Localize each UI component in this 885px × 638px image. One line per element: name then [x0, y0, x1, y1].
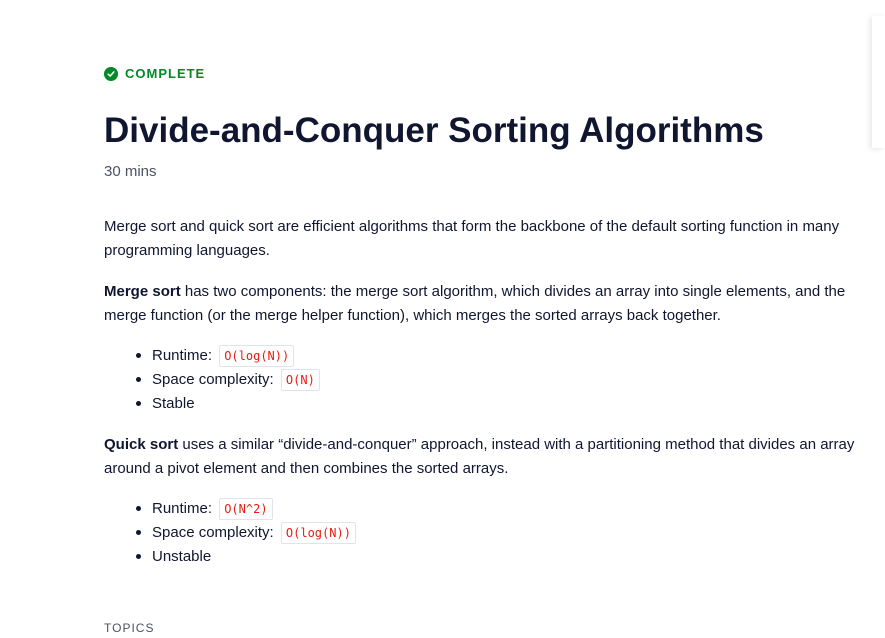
inline-code: O(log(N)): [219, 345, 295, 368]
list-item: Runtime: O(N^2): [136, 497, 885, 521]
quick-sort-bullets: Runtime: O(N^2) Space complexity: O(log(…: [104, 497, 885, 569]
inline-code: O(log(N)): [280, 522, 356, 545]
bullet-label: Runtime:: [152, 500, 217, 517]
bullet-label: Stable: [152, 395, 195, 412]
check-circle-icon: [104, 67, 118, 81]
merge-sort-term: Merge sort: [104, 283, 181, 300]
quick-sort-paragraph: Quick sort uses a similar “divide-and-co…: [104, 433, 885, 481]
bullet-label: Space complexity:: [152, 524, 278, 541]
quick-sort-term: Quick sort: [104, 436, 179, 453]
quick-sort-description: uses a similar “divide-and-conquer” appr…: [104, 436, 855, 477]
merge-sort-paragraph: Merge sort has two components: the merge…: [104, 280, 885, 328]
list-item: Unstable: [136, 545, 885, 569]
page-title: Divide-and-Conquer Sorting Algorithms: [104, 111, 764, 150]
inline-code: O(N): [280, 369, 320, 392]
lesson-page: COMPLETE Divide-and-Conquer Sorting Algo…: [0, 0, 885, 638]
intro-paragraph: Merge sort and quick sort are efficient …: [104, 218, 840, 259]
list-item: Space complexity: O(N): [136, 368, 885, 392]
bullet-label: Space complexity:: [152, 371, 278, 388]
list-item: Space complexity: O(log(N)): [136, 521, 885, 545]
lesson-duration: 30 mins: [104, 163, 157, 180]
status-label: COMPLETE: [125, 66, 206, 81]
merge-sort-bullets: Runtime: O(log(N)) Space complexity: O(N…: [104, 344, 885, 416]
bullet-label: Runtime:: [152, 347, 217, 364]
topics-heading: TOPICS: [104, 621, 155, 635]
list-item: Stable: [136, 392, 885, 416]
list-item: Runtime: O(log(N)): [136, 344, 885, 368]
lesson-body: Merge sort and quick sort are efficient …: [104, 215, 885, 569]
side-panel-edge[interactable]: [872, 16, 885, 148]
inline-code: O(N^2): [219, 498, 273, 521]
completion-status: COMPLETE: [104, 66, 205, 82]
merge-sort-description: has two components: the merge sort algor…: [104, 283, 846, 324]
bullet-label: Unstable: [152, 548, 212, 565]
